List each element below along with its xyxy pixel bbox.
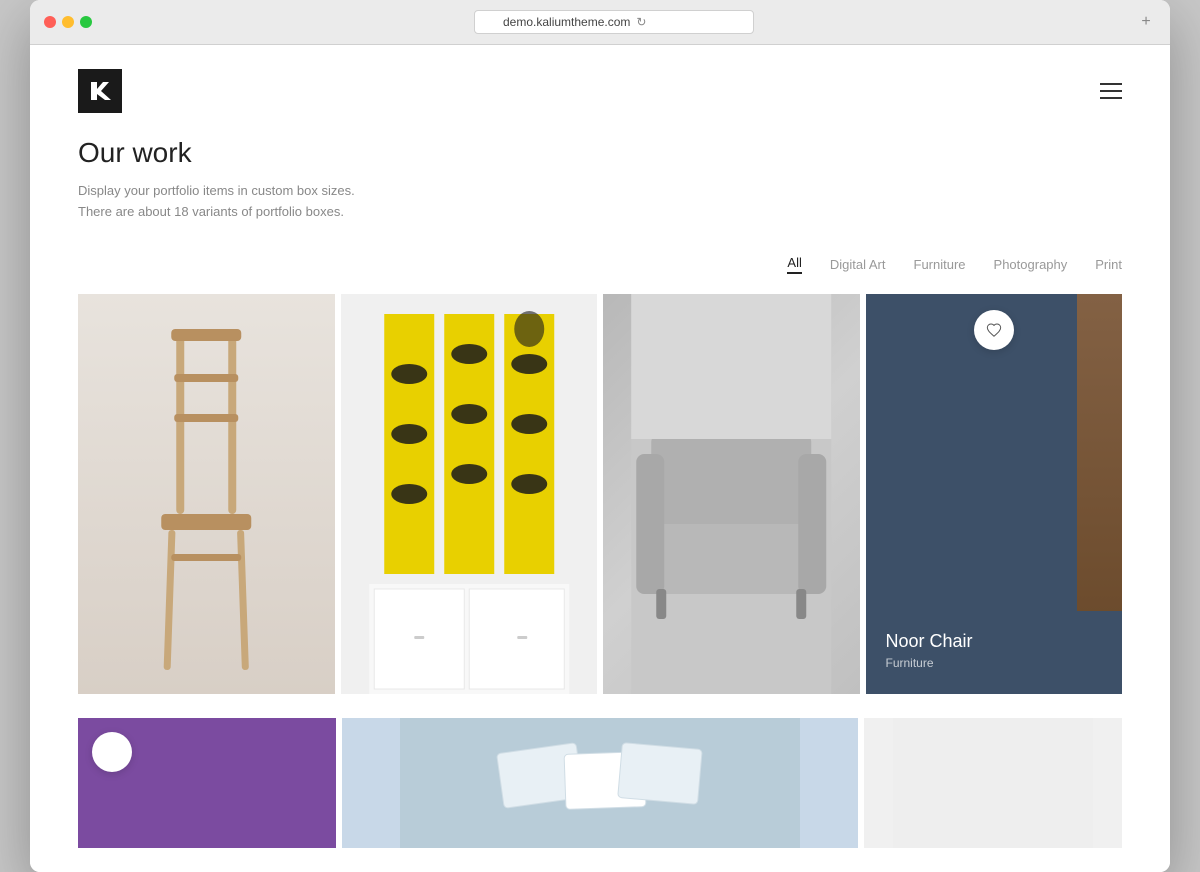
menu-button[interactable] <box>1100 83 1122 99</box>
filter-photography[interactable]: Photography <box>994 257 1068 272</box>
portfolio-item-chair[interactable] <box>78 294 335 694</box>
portfolio-item-sofa[interactable] <box>603 294 860 694</box>
favorite-button[interactable] <box>974 310 1014 350</box>
portfolio-item-light[interactable] <box>864 718 1122 848</box>
page-content: Our work Display your portfolio items in… <box>30 45 1170 872</box>
site-header <box>30 45 1170 137</box>
site-logo[interactable] <box>78 69 122 113</box>
portfolio-item-noor[interactable]: Noor Chair Furniture <box>866 294 1123 694</box>
chair-image <box>78 294 335 694</box>
portfolio-grid: Noor Chair Furniture <box>30 294 1170 718</box>
browser-chrome: demo.kaliumtheme.com ↻ + <box>30 0 1170 45</box>
noor-chair-category: Furniture <box>886 656 1103 670</box>
traffic-lights <box>44 16 92 28</box>
page-description: Display your portfolio items in custom b… <box>78 181 1122 223</box>
noor-chair-title: Noor Chair <box>886 631 1103 652</box>
reload-icon[interactable]: ↻ <box>636 15 646 29</box>
poster-image <box>341 294 598 694</box>
filter-digital-art[interactable]: Digital Art <box>830 257 886 272</box>
url-text: demo.kaliumtheme.com <box>503 15 630 29</box>
menu-line <box>1100 97 1122 99</box>
close-button[interactable] <box>44 16 56 28</box>
filter-all[interactable]: All <box>787 255 801 274</box>
heart-icon <box>986 322 1002 338</box>
sofa-image <box>603 294 860 694</box>
logo-icon <box>87 78 113 104</box>
noor-info: Noor Chair Furniture <box>866 611 1123 694</box>
minimize-button[interactable] <box>62 16 74 28</box>
browser-window: demo.kaliumtheme.com ↻ + Our work <box>30 0 1170 872</box>
new-tab-button[interactable]: + <box>1136 12 1156 32</box>
hero-section: Our work Display your portfolio items in… <box>30 137 1170 255</box>
menu-line <box>1100 83 1122 85</box>
portfolio-item-poster[interactable] <box>341 294 598 694</box>
filter-print[interactable]: Print <box>1095 257 1122 272</box>
menu-line <box>1100 90 1122 92</box>
url-bar[interactable]: demo.kaliumtheme.com ↻ <box>474 10 754 34</box>
filter-furniture[interactable]: Furniture <box>914 257 966 272</box>
portfolio-bottom-row <box>30 718 1170 872</box>
heart-icon-2 <box>104 744 120 760</box>
favorite-button-2[interactable] <box>92 732 132 772</box>
filter-bar: All Digital Art Furniture Photography Pr… <box>30 255 1170 294</box>
portfolio-item-purple[interactable] <box>78 718 336 848</box>
page-title: Our work <box>78 137 1122 169</box>
portfolio-item-cards[interactable] <box>342 718 858 848</box>
maximize-button[interactable] <box>80 16 92 28</box>
address-bar: demo.kaliumtheme.com ↻ <box>102 10 1126 34</box>
